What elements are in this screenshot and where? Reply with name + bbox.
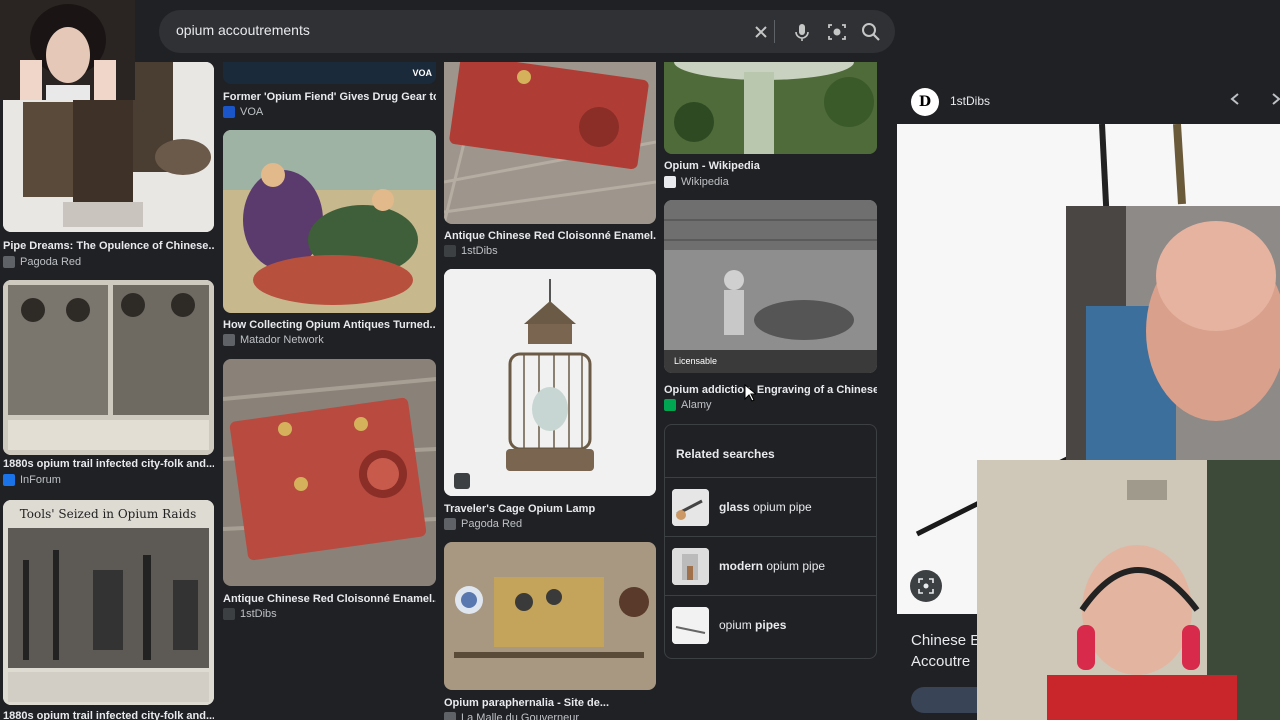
alamy-favicon-icon xyxy=(664,399,676,411)
result-source: 1stDibs xyxy=(444,245,498,257)
result-title[interactable]: Traveler's Cage Opium Lamp xyxy=(444,503,656,515)
result-image-newspaper-raids[interactable]: Tools' Seized in Opium Raids xyxy=(3,500,214,705)
preview-source[interactable]: 1stDibs xyxy=(950,94,990,108)
wikipedia-favicon-icon xyxy=(664,176,676,188)
pagoda-red-favicon-icon xyxy=(444,518,456,530)
result-source: Matador Network xyxy=(223,334,324,346)
result-source: InForum xyxy=(3,474,61,486)
search-icon[interactable] xyxy=(860,21,882,43)
related-label: glass opium pipe xyxy=(719,500,812,514)
1stdibs-favicon-icon xyxy=(223,608,235,620)
result-image-opium-den-painting[interactable] xyxy=(223,130,436,313)
mouse-cursor-icon xyxy=(744,383,758,407)
result-source: VOA xyxy=(223,106,263,118)
result-image-engraving[interactable]: Licensable xyxy=(664,200,877,373)
lens-search-icon[interactable] xyxy=(910,570,942,602)
result-source: Pagoda Red xyxy=(444,518,522,530)
webcam-overlay-right xyxy=(1066,206,1280,460)
webcam-overlay-top-left xyxy=(0,0,135,100)
search-input[interactable] xyxy=(176,22,736,38)
result-source: Wikipedia xyxy=(664,176,729,188)
result-source: Alamy xyxy=(664,399,712,411)
source-label: 1stDibs xyxy=(461,245,498,257)
source-label: Wikipedia xyxy=(681,176,729,188)
lens-chip-icon[interactable] xyxy=(454,473,470,489)
related-thumb xyxy=(672,548,709,585)
1stdibs-favicon-icon xyxy=(444,245,456,257)
source-label: InForum xyxy=(20,474,61,486)
related-thumb xyxy=(672,489,709,526)
search-bar[interactable] xyxy=(159,10,895,53)
source-label: Pagoda Red xyxy=(461,518,523,530)
voa-favicon-icon xyxy=(223,106,235,118)
result-title[interactable]: How Collecting Opium Antiques Turned... xyxy=(223,319,436,331)
source-label: Pagoda Red xyxy=(20,256,82,268)
inforum-favicon-icon xyxy=(3,474,15,486)
matador-favicon-icon xyxy=(223,334,235,346)
result-title[interactable]: Opium - Wikipedia xyxy=(664,160,877,172)
lens-icon[interactable] xyxy=(826,21,848,43)
result-image-poppy[interactable] xyxy=(664,62,877,154)
related-thumb xyxy=(672,607,709,644)
related-label: opium pipes xyxy=(719,618,787,632)
related-searches: Related searches glass opium pipe modern… xyxy=(664,424,877,659)
licensable-badge: Licensable xyxy=(674,356,718,366)
result-title[interactable]: Antique Chinese Red Cloisonné Enamel... xyxy=(444,230,656,242)
result-image-newspaper-men[interactable] xyxy=(3,280,214,455)
result-title[interactable]: Opium addiction, Engraving of a Chinese.… xyxy=(664,384,877,396)
1stdibs-logo-icon: D xyxy=(911,88,939,116)
source-label: 1stDibs xyxy=(240,608,277,620)
mic-icon[interactable] xyxy=(791,21,813,43)
result-image-cage-lamp[interactable] xyxy=(444,269,656,496)
result-title[interactable]: 1880s opium trail infected city-folk and… xyxy=(3,710,214,720)
search-divider xyxy=(774,20,775,43)
pagoda-red-favicon-icon xyxy=(3,256,15,268)
close-icon[interactable] xyxy=(750,21,772,43)
result-source: La Malle du Gouverneur xyxy=(444,712,579,720)
related-item-opium-pipes[interactable]: opium pipes xyxy=(665,595,876,654)
voa-watermark: VOA xyxy=(412,68,432,78)
result-image-paraphernalia[interactable] xyxy=(444,542,656,690)
result-title[interactable]: Antique Chinese Red Cloisonné Enamel... xyxy=(223,593,436,605)
result-title[interactable]: 1880s opium trail infected city-folk and… xyxy=(3,458,214,470)
result-source: 1stDibs xyxy=(223,608,277,620)
source-label: VOA xyxy=(240,106,264,118)
chevron-left-icon[interactable] xyxy=(1228,92,1242,111)
related-item-glass-opium-pipe[interactable]: glass opium pipe xyxy=(665,477,876,536)
webcam-overlay-bottom xyxy=(977,460,1280,720)
source-label: Alamy xyxy=(681,399,712,411)
chevron-right-icon[interactable] xyxy=(1269,92,1280,111)
newspaper-headline: Tools' Seized in Opium Raids xyxy=(20,507,197,521)
source-label: La Malle du Gouverneur xyxy=(461,712,580,720)
lamalle-favicon-icon xyxy=(444,712,456,720)
result-title[interactable]: Pipe Dreams: The Opulence of Chinese... xyxy=(3,240,214,252)
result-image-voa[interactable]: VOA xyxy=(223,62,436,84)
result-title[interactable]: Opium paraphernalia - Site de... xyxy=(444,697,656,709)
source-label: Matador Network xyxy=(240,334,324,346)
related-searches-title: Related searches xyxy=(676,447,775,461)
result-image-red-box-wood[interactable] xyxy=(444,62,656,224)
related-item-modern-opium-pipe[interactable]: modern opium pipe xyxy=(665,536,876,595)
result-title[interactable]: Former 'Opium Fiend' Gives Drug Gear to.… xyxy=(223,91,436,103)
result-source: Pagoda Red xyxy=(3,256,81,268)
result-image-red-cloisonne-box[interactable] xyxy=(223,359,436,586)
related-label: modern opium pipe xyxy=(719,559,826,573)
